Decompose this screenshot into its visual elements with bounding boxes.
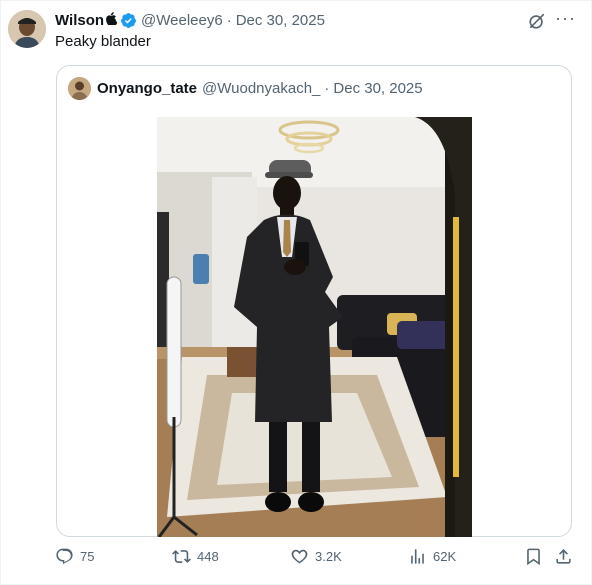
- share-button[interactable]: [554, 547, 579, 566]
- repost-button[interactable]: 448: [172, 547, 219, 566]
- quoted-author-avatar[interactable]: [68, 77, 91, 100]
- quoted-tweet-photo[interactable]: [157, 117, 472, 537]
- apple-logo-icon: [105, 12, 118, 28]
- separator-dot: ·: [324, 80, 330, 97]
- verified-badge-icon: [121, 12, 136, 28]
- bookmark-icon: [527, 548, 540, 566]
- repost-count: 448: [197, 549, 219, 564]
- like-button[interactable]: 3.2K: [290, 547, 342, 566]
- like-count: 3.2K: [315, 549, 342, 564]
- quoted-tweet[interactable]: Onyango_tate @Wuodnyakach_ · Dec 30, 202…: [56, 65, 572, 537]
- author-name[interactable]: Wilson: [55, 12, 104, 29]
- like-icon: [291, 549, 308, 564]
- tweet-actions: 75 448 3.2K 62K: [0, 547, 592, 573]
- quoted-tweet-header: Onyango_tate @Wuodnyakach_ · Dec 30, 202…: [97, 80, 423, 97]
- author-avatar[interactable]: [8, 10, 46, 48]
- separator-dot: ·: [226, 11, 232, 29]
- views-icon: [411, 549, 424, 564]
- tweet-text: Peaky blander: [55, 33, 151, 50]
- grok-icon[interactable]: [528, 12, 546, 30]
- quoted-author-name[interactable]: Onyango_tate: [97, 80, 197, 97]
- reply-count: 75: [80, 549, 95, 564]
- more-icon[interactable]: ···: [555, 8, 576, 29]
- reply-icon: [56, 548, 73, 565]
- tweet-header: Wilson @Weeleey6 · Dec 30, 2025: [55, 10, 325, 30]
- bookmark-button[interactable]: [524, 547, 549, 566]
- quoted-tweet-date[interactable]: Dec 30, 2025: [333, 80, 422, 97]
- views-count: 62K: [433, 549, 457, 564]
- tweet-date[interactable]: Dec 30, 2025: [236, 12, 325, 29]
- reply-button[interactable]: 75: [55, 547, 94, 566]
- views-button[interactable]: 62K: [408, 547, 456, 566]
- quoted-author-handle[interactable]: @Wuodnyakach_: [202, 80, 320, 97]
- author-handle[interactable]: @Weeleey6: [141, 12, 223, 29]
- repost-icon: [172, 550, 191, 563]
- share-icon: [556, 549, 571, 564]
